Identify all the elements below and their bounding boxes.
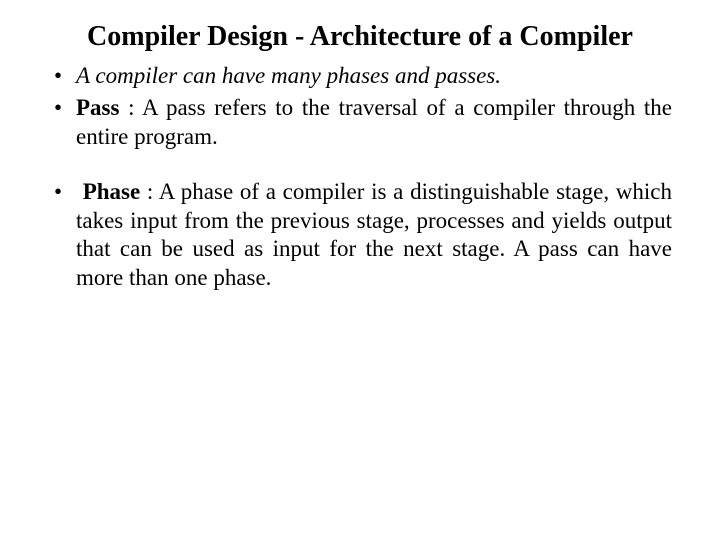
bullet-text: A compiler can have many phases and pass… [76,63,501,88]
term-label: Pass [76,95,119,120]
term-label: Phase [83,179,141,204]
spacer [48,156,672,178]
bullet-text: : A pass refers to the traversal of a co… [76,95,672,149]
bullet-text: : A phase of a compiler is a distinguish… [76,179,672,290]
list-item: Pass : A pass refers to the traversal of… [48,94,672,152]
list-item: A compiler can have many phases and pass… [48,62,672,91]
bullet-list: Phase : A phase of a compiler is a disti… [48,178,672,293]
slide-title: Compiler Design - Architecture of a Comp… [48,20,672,54]
bullet-list: A compiler can have many phases and pass… [48,62,672,152]
slide: Compiler Design - Architecture of a Comp… [0,0,720,540]
list-item: Phase : A phase of a compiler is a disti… [48,178,672,293]
